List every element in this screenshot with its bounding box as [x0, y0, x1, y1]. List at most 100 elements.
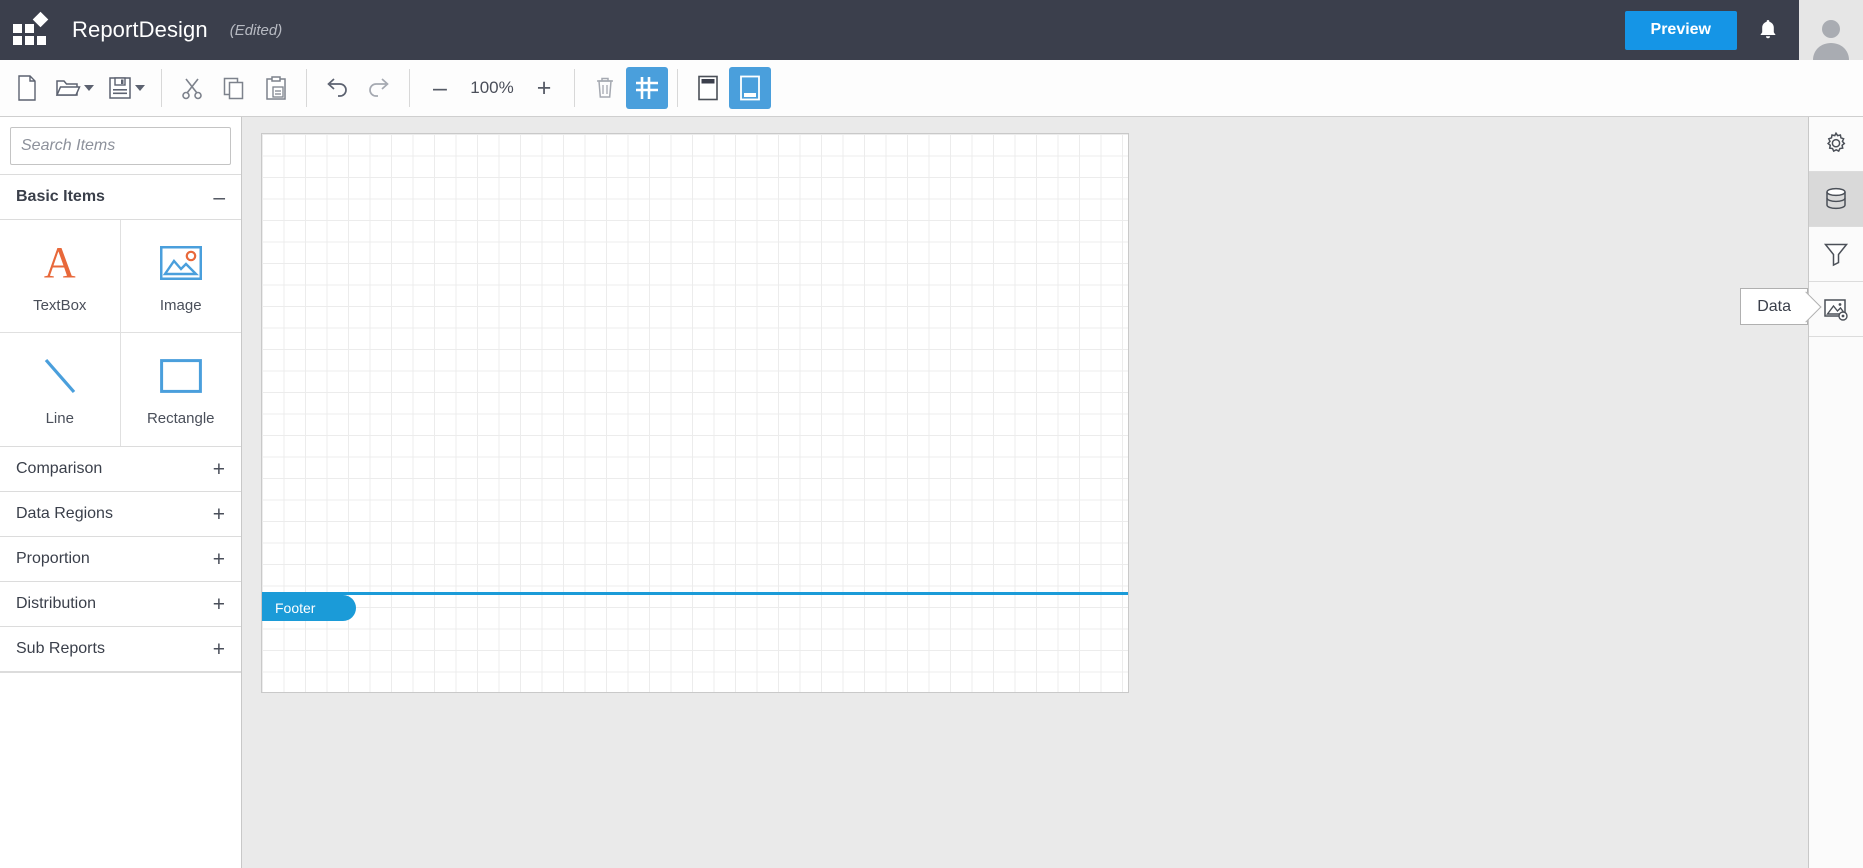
grid-toggle-button[interactable] — [626, 67, 668, 109]
workspace: Basic Items – A TextBox Image — [0, 117, 1863, 868]
cut-scissors-icon — [182, 78, 202, 100]
toolbar-divider — [677, 69, 678, 107]
line-diagonal-icon — [39, 352, 81, 400]
sidebar-empty-area — [0, 672, 241, 868]
cut-button[interactable] — [171, 67, 213, 109]
section-comparison-label: Comparison — [16, 460, 103, 477]
zoom-in-button[interactable]: + — [523, 67, 565, 109]
zoom-in-label: + — [536, 73, 552, 102]
section-data-regions[interactable]: Data Regions + — [0, 492, 241, 537]
section-sub-reports-label: Sub Reports — [16, 640, 105, 657]
item-rectangle-label: Rectangle — [146, 410, 215, 427]
toolbar-divider — [574, 69, 575, 107]
app-logo[interactable] — [0, 0, 60, 60]
rail-data-button[interactable] — [1809, 172, 1863, 227]
section-basic-items-toggle[interactable]: – — [213, 187, 225, 208]
section-basic-items[interactable]: Basic Items – — [0, 175, 241, 220]
page-footer-toggle-button[interactable] — [729, 67, 771, 109]
rectangle-shape-icon — [159, 352, 202, 400]
item-rectangle[interactable]: Rectangle — [120, 333, 241, 446]
section-comparison[interactable]: Comparison + — [0, 447, 241, 492]
section-proportion[interactable]: Proportion + — [0, 537, 241, 582]
new-document-icon — [18, 75, 36, 101]
section-sub-reports[interactable]: Sub Reports + — [0, 627, 241, 672]
file-group — [6, 60, 152, 116]
search-input[interactable] — [21, 137, 229, 155]
redo-button[interactable] — [358, 67, 400, 109]
paste-button[interactable] — [255, 67, 297, 109]
search-row — [0, 117, 241, 175]
search-items-box[interactable] — [10, 127, 231, 165]
undo-button[interactable] — [316, 67, 358, 109]
image-settings-icon — [1824, 299, 1848, 321]
right-panel-holder: Data — [1740, 117, 1863, 868]
undo-arrow-icon — [327, 78, 347, 97]
preview-button[interactable]: Preview — [1624, 10, 1737, 50]
footer-band-divider[interactable] — [262, 592, 1128, 595]
zoom-group: – 100% + — [419, 60, 565, 116]
new-document-button[interactable] — [6, 67, 48, 109]
toolbar-divider — [161, 69, 162, 107]
design-canvas-area[interactable]: Footer — [242, 117, 1808, 868]
section-basic-items-label: Basic Items — [16, 188, 105, 205]
report-design-surface[interactable]: Footer — [261, 133, 1129, 693]
section-comparison-toggle[interactable]: + — [213, 459, 225, 480]
rail-settings-button[interactable] — [1809, 117, 1863, 172]
header-actions: Preview — [1624, 0, 1863, 60]
section-proportion-label: Proportion — [16, 550, 90, 567]
copy-button[interactable] — [213, 67, 255, 109]
rail-filter-button[interactable] — [1809, 227, 1863, 282]
redo-arrow-icon — [369, 78, 389, 97]
main-toolbar: – 100% + — [0, 60, 1863, 117]
section-distribution[interactable]: Distribution + — [0, 582, 241, 627]
grid-toggle-icon — [636, 77, 658, 99]
right-rail — [1808, 117, 1863, 868]
item-line[interactable]: Line — [0, 333, 121, 446]
filter-funnel-icon — [1823, 243, 1849, 267]
zoom-out-button[interactable]: – — [419, 67, 461, 109]
notification-bell-icon[interactable] — [1737, 0, 1799, 60]
section-distribution-toggle[interactable]: + — [213, 594, 225, 615]
paste-icon — [266, 76, 286, 100]
save-disk-icon — [108, 77, 131, 99]
zoom-out-label: – — [433, 73, 447, 102]
history-group — [316, 60, 400, 116]
section-proportion-toggle[interactable]: + — [213, 549, 225, 570]
item-image[interactable]: Image — [120, 220, 241, 333]
save-dropdown-caret[interactable] — [134, 85, 145, 91]
textbox-a-icon: A — [43, 237, 76, 287]
save-button[interactable] — [100, 67, 152, 109]
copy-icon — [223, 77, 244, 100]
section-data-regions-label: Data Regions — [16, 505, 113, 522]
app-grid-logo-icon — [13, 11, 49, 46]
image-picture-icon — [159, 239, 202, 287]
view-group — [584, 60, 668, 116]
item-textbox[interactable]: A TextBox — [0, 220, 121, 333]
delete-button[interactable] — [584, 67, 626, 109]
section-sub-reports-toggle[interactable]: + — [213, 639, 225, 660]
page-header-toggle-button[interactable] — [687, 67, 729, 109]
open-dropdown-caret[interactable] — [83, 85, 94, 91]
item-image-label: Image — [159, 296, 202, 314]
gear-settings-icon — [1827, 131, 1846, 153]
open-file-button[interactable] — [48, 67, 100, 109]
edited-status: (Edited) — [229, 21, 283, 39]
database-data-icon — [1826, 187, 1846, 210]
trash-delete-icon — [597, 77, 613, 98]
items-sidebar: Basic Items – A TextBox Image — [0, 117, 242, 868]
basic-items-grid: A TextBox Image Line Rectangle — [0, 220, 241, 447]
open-folder-icon — [55, 80, 81, 96]
page-title: ReportDesign — [72, 17, 208, 42]
app-header: ReportDesign (Edited) Preview — [0, 0, 1863, 60]
footer-band-tab[interactable]: Footer — [262, 595, 356, 621]
zoom-level[interactable]: 100% — [461, 78, 523, 98]
item-line-label: Line — [45, 410, 74, 427]
clipboard-group — [171, 60, 297, 116]
section-data-regions-toggle[interactable]: + — [213, 504, 225, 525]
page-footer-icon — [740, 75, 760, 101]
user-avatar[interactable] — [1799, 0, 1863, 60]
section-distribution-label: Distribution — [16, 595, 97, 612]
page-header-icon — [698, 75, 718, 101]
toolbar-divider — [306, 69, 307, 107]
band-group — [687, 60, 771, 116]
